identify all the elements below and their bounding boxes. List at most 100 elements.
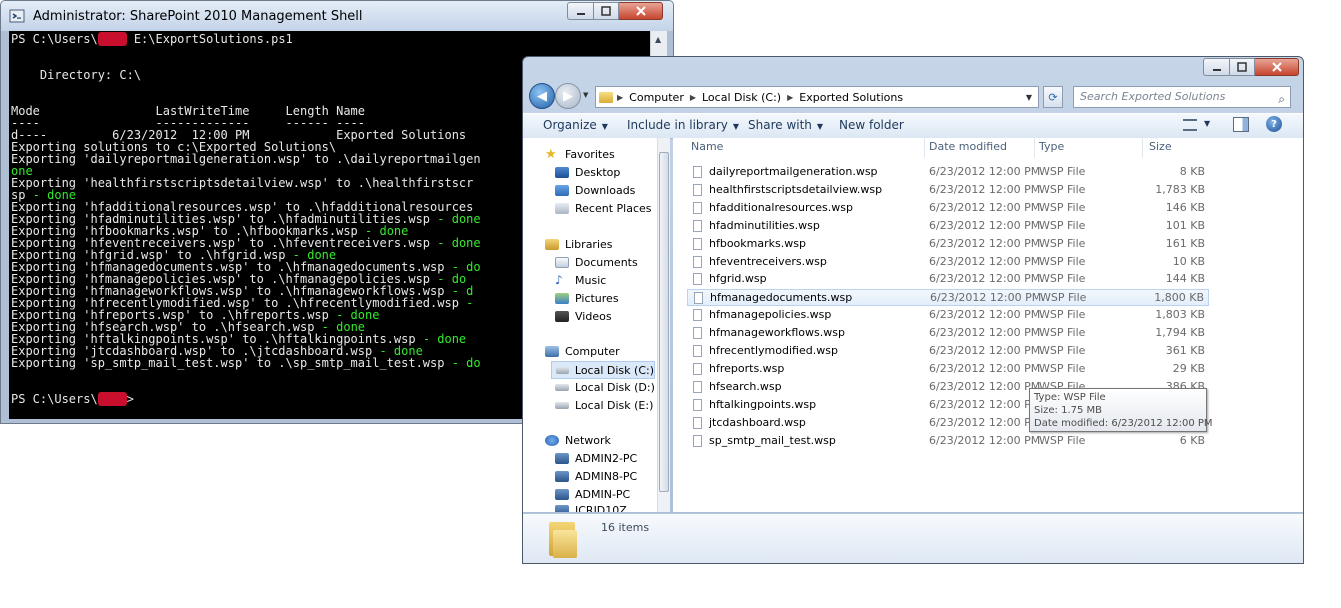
file-row[interactable]: dailyreportmailgeneration.wsp 6/23/2012 1… <box>687 164 1209 181</box>
file-icon <box>693 416 702 429</box>
file-size: 1,783 KB <box>1155 182 1205 196</box>
file-date: 6/23/2012 12:00 PM <box>929 218 1041 232</box>
navigation-pane: ★ Favorites Desktop Downloads Recent Plac… <box>523 138 658 512</box>
chevron-down-icon: ▼ <box>601 122 608 131</box>
refresh-button[interactable]: ⟳ <box>1043 86 1063 108</box>
file-name: jtcdashboard.wsp <box>709 415 806 429</box>
nav-local-disk-c[interactable]: Local Disk (C:) <box>551 361 655 379</box>
nav-network[interactable]: Network <box>545 434 611 447</box>
nav-pc3-label: ADMIN-PC <box>575 488 631 501</box>
navigation-bar: ◀ ▶ ▼ ▶ Computer ▶ Local Disk (C:) ▶ Exp… <box>523 79 1303 111</box>
nav-local-disk-e[interactable]: Local Disk (E:) <box>555 399 653 412</box>
file-row[interactable]: hfbookmarks.wsp 6/23/2012 12:00 PM WSP Fil… <box>687 236 1209 253</box>
nav-libraries[interactable]: Libraries <box>545 238 613 251</box>
powershell-titlebar[interactable]: Administrator: SharePoint 2010 Managemen… <box>1 1 673 31</box>
refresh-icon: ⟳ <box>1048 90 1058 104</box>
close-button[interactable] <box>619 2 663 20</box>
file-row[interactable]: hfadditionalresources.wsp 6/23/2012 12:00… <box>687 200 1209 217</box>
nav-recent-places[interactable]: Recent Places <box>555 202 652 215</box>
maximize-button[interactable] <box>593 2 619 20</box>
breadcrumb-exported-solutions[interactable]: Exported Solutions <box>799 91 903 104</box>
nav-pc-icrid10z[interactable]: ICRID10Z <box>555 504 627 512</box>
nav-downloads[interactable]: Downloads <box>555 184 635 197</box>
scroll-up-icon[interactable]: ▲ <box>655 35 661 44</box>
file-date: 6/23/2012 12:00 PM <box>929 254 1041 268</box>
file-type: WSP File <box>1039 254 1086 268</box>
include-in-library-button[interactable]: Include in library ▼ <box>627 118 739 132</box>
breadcrumb-computer[interactable]: Computer <box>629 91 684 104</box>
explorer-window[interactable]: ◀ ▶ ▼ ▶ Computer ▶ Local Disk (C:) ▶ Exp… <box>522 56 1304 564</box>
view-options-dropdown-icon[interactable]: ▼ <box>1204 119 1210 128</box>
column-header-size[interactable]: Size <box>1149 140 1172 153</box>
address-bar[interactable]: ▶ Computer ▶ Local Disk (C:) ▶ Exported … <box>595 86 1039 108</box>
column-divider[interactable] <box>1034 138 1035 158</box>
breadcrumb-local-disk[interactable]: Local Disk (C:) <box>702 91 781 104</box>
explorer-maximize-button[interactable] <box>1229 58 1255 76</box>
file-row[interactable]: hfgrid.wsp 6/23/2012 12:00 PM WSP File 144 … <box>687 271 1209 288</box>
nav-local-disk-d[interactable]: Local Disk (D:) <box>555 381 655 394</box>
nav-music[interactable]: ♪ Music <box>555 274 606 287</box>
nav-computer[interactable]: Computer <box>545 345 620 358</box>
back-button[interactable]: ◀ <box>529 83 555 109</box>
address-dropdown-icon[interactable]: ▼ <box>1026 93 1032 102</box>
breadcrumb-chevron-icon[interactable]: ▶ <box>690 93 696 102</box>
file-type: WSP File <box>1039 344 1086 357</box>
nav-pc1-label: ADMIN2-PC <box>575 452 638 465</box>
chevron-down-icon: ▼ <box>732 122 740 131</box>
history-dropdown-icon[interactable]: ▼ <box>583 91 588 99</box>
file-row[interactable]: healthfirstscriptsdetailview.wsp 6/23/201… <box>687 182 1209 199</box>
file-row[interactable]: hfadminutilities.wsp 6/23/2012 12:00 PM WS… <box>687 218 1209 235</box>
file-icon <box>693 237 702 250</box>
file-icon <box>693 255 702 268</box>
file-row[interactable]: sp_smtp_mail_test.wsp 6/23/2012 12:00 PM W… <box>687 433 1209 450</box>
minimize-icon <box>1212 69 1221 71</box>
minimize-button[interactable] <box>567 2 593 20</box>
file-row[interactable]: hfmanagepolicies.wsp 6/23/2012 12:00 PM WS… <box>687 307 1209 324</box>
explorer-minimize-button[interactable] <box>1203 58 1229 76</box>
change-view-icon[interactable] <box>1183 119 1197 131</box>
nav-favorites[interactable]: ★ Favorites <box>545 148 615 161</box>
column-header-type[interactable]: Type <box>1039 140 1064 153</box>
downloads-icon <box>555 185 569 196</box>
file-name: hftalkingpoints.wsp <box>709 397 817 411</box>
include-label: Include in library <box>627 118 728 132</box>
nav-pc-admin8[interactable]: ADMIN8-PC <box>555 470 637 483</box>
nav-documents[interactable]: Documents <box>555 256 638 269</box>
navigation-scrollbar[interactable] <box>658 138 670 512</box>
explorer-close-button[interactable] <box>1255 58 1299 76</box>
forward-button[interactable]: ▶ <box>555 83 581 109</box>
console-text: Exporting 'sp_smtp_mail_test.wsp' to .\s… <box>11 356 452 370</box>
file-date: 6/23/2012 12:00 PM <box>929 308 1041 322</box>
breadcrumb-chevron-icon[interactable]: ▶ <box>617 93 623 102</box>
nav-pc-admin2[interactable]: ADMIN2-PC <box>555 452 637 465</box>
file-row[interactable]: hfmanageworkflows.wsp 6/23/2012 12:00 PM W… <box>687 325 1209 342</box>
network-computer-icon <box>555 489 569 500</box>
nav-videos-label: Videos <box>575 310 612 323</box>
share-with-button[interactable]: Share with ▼ <box>748 118 823 132</box>
column-divider[interactable] <box>1142 138 1143 158</box>
column-header-date[interactable]: Date modified <box>929 140 1007 153</box>
file-name: hfeventreceivers.wsp <box>709 254 827 268</box>
file-type: WSP File <box>1039 236 1086 250</box>
column-header-name[interactable]: Name <box>691 140 723 153</box>
file-row[interactable]: hfeventreceivers.wsp 6/23/2012 12:00 PM WS… <box>687 254 1209 271</box>
file-row[interactable]: hfmanagedocuments.wsp 6/23/2012 12:00 PM W… <box>687 289 1209 307</box>
nav-pictures[interactable]: Pictures <box>555 292 619 305</box>
file-row[interactable]: hfreports.wsp 6/23/2012 12:00 PM WSP File 2… <box>687 361 1209 378</box>
new-folder-button[interactable]: New folder <box>839 118 904 132</box>
file-icon <box>693 219 702 232</box>
search-icon[interactable]: ⌕ <box>1278 89 1285 109</box>
nav-desktop[interactable]: Desktop <box>555 166 620 179</box>
column-divider[interactable] <box>924 138 925 158</box>
help-icon[interactable]: ? <box>1266 116 1282 132</box>
preview-pane-icon[interactable] <box>1233 117 1249 132</box>
nav-pc-admin[interactable]: ADMIN-PC <box>555 488 630 501</box>
file-size: 10 KB <box>1172 254 1205 268</box>
nav-videos[interactable]: Videos <box>555 310 612 323</box>
file-date: 6/23/2012 12:00 PM <box>929 379 1041 393</box>
search-input[interactable]: Search Exported Solutions ⌕ <box>1073 86 1291 108</box>
breadcrumb-chevron-icon[interactable]: ▶ <box>787 93 793 102</box>
scrollbar-thumb[interactable] <box>659 152 669 492</box>
file-row[interactable]: hfrecentlymodified.wsp 6/23/2012 12:00 PM… <box>687 343 1209 360</box>
organize-button[interactable]: Organize ▼ <box>543 118 608 132</box>
